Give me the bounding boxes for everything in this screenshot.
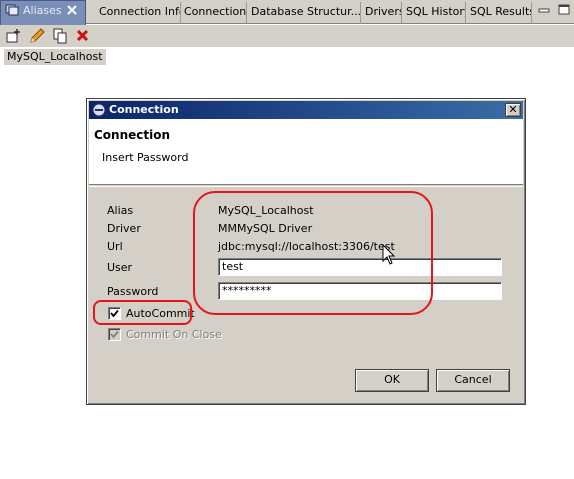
- url-label: Url: [107, 240, 123, 253]
- commit-on-close-box: [108, 328, 121, 341]
- annotation-oval-autocommit: [93, 300, 192, 325]
- aliases-toolbar: [0, 25, 574, 47]
- commit-on-close-checkbox: Commit On Close: [108, 328, 228, 342]
- minimize-icon[interactable]: [536, 2, 552, 18]
- mouse-pointer-icon: [382, 244, 396, 265]
- new-alias-icon[interactable]: [5, 28, 23, 44]
- user-label: User: [107, 261, 133, 274]
- header-divider: [89, 186, 523, 187]
- header-title: Connection: [94, 128, 171, 142]
- tab-connection-info[interactable]: Connection Info: [95, 2, 181, 24]
- aliases-icon: [5, 4, 19, 16]
- annotation-oval-connection-fields: [193, 191, 433, 315]
- dialog-close-button[interactable]: ✕: [505, 103, 521, 117]
- password-label: Password: [107, 285, 159, 298]
- dialog-titlebar[interactable]: Connection ✕: [89, 101, 523, 119]
- cancel-button[interactable]: Cancel: [436, 369, 510, 392]
- alias-list-item[interactable]: MySQL_Localhost: [4, 49, 106, 65]
- ok-button[interactable]: OK: [355, 369, 429, 392]
- maximize-icon[interactable]: [556, 2, 572, 18]
- header-message: Insert Password: [102, 151, 189, 164]
- commit-on-close-label: Commit On Close: [126, 328, 222, 341]
- tab-connections[interactable]: Connections: [180, 2, 247, 24]
- checkmark-icon: [110, 330, 119, 339]
- edit-alias-icon[interactable]: [28, 28, 46, 44]
- alias-label: Alias: [107, 204, 134, 217]
- copy-alias-icon[interactable]: [51, 28, 69, 44]
- tab-sql-results[interactable]: SQL Results: [466, 2, 532, 24]
- tab-drivers[interactable]: Drivers: [361, 2, 402, 24]
- tab-aliases[interactable]: Aliases: [0, 0, 86, 25]
- dialog-header: Connection Insert Password: [89, 119, 523, 185]
- tab-sql-history[interactable]: SQL History: [402, 2, 466, 24]
- app-icon: [92, 103, 106, 117]
- tab-database-structure[interactable]: Database Structur...: [247, 2, 361, 24]
- dialog-window-title: Connection: [109, 103, 179, 116]
- view-tab-bar: Aliases Connection Info Connections Data…: [0, 0, 574, 25]
- driver-label: Driver: [107, 222, 141, 235]
- delete-alias-icon[interactable]: [74, 28, 92, 44]
- close-tab-icon[interactable]: [67, 5, 77, 15]
